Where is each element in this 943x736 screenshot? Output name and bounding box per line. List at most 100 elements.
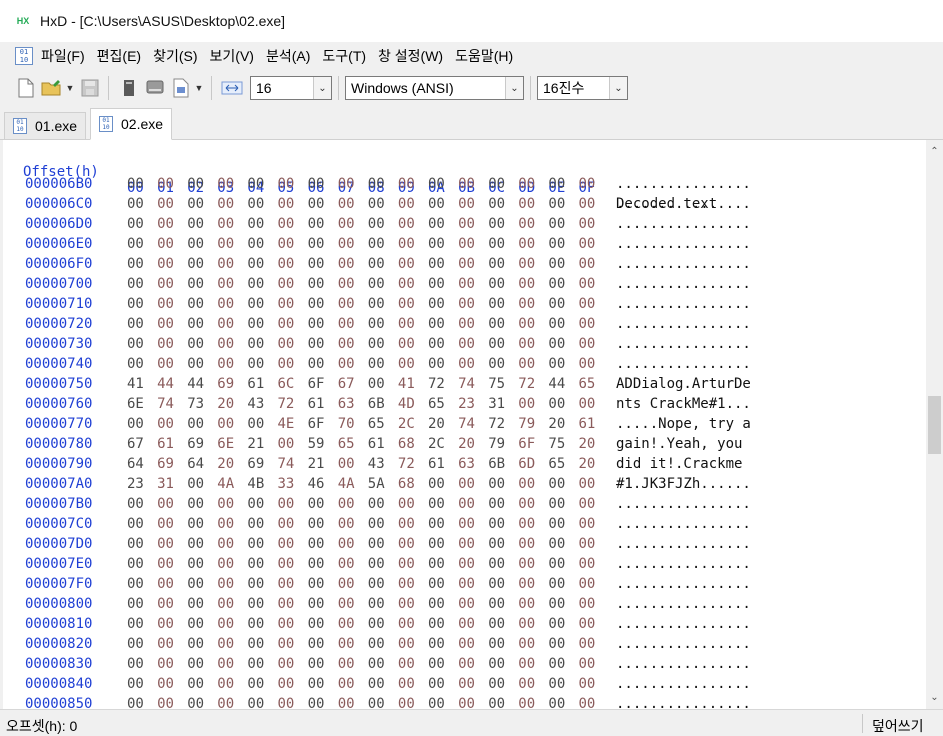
hex-byte[interactable]: 00 (278, 656, 300, 672)
hex-byte[interactable]: 00 (157, 276, 179, 292)
hex-byte[interactable]: 00 (338, 576, 360, 592)
hex-byte[interactable]: 43 (247, 396, 269, 412)
hex-byte[interactable]: 00 (548, 296, 570, 312)
hex-byte[interactable]: 00 (247, 176, 269, 192)
hex-byte[interactable]: 00 (278, 216, 300, 232)
hex-byte[interactable]: 00 (458, 196, 480, 212)
hex-byte[interactable]: 00 (518, 536, 540, 552)
hex-byte[interactable]: 6E (127, 396, 149, 412)
hex-byte[interactable]: 00 (579, 236, 601, 252)
hex-byte[interactable]: 00 (127, 516, 149, 532)
hex-byte[interactable]: 00 (368, 336, 390, 352)
hex-byte[interactable]: 00 (127, 536, 149, 552)
hex-byte[interactable]: 00 (127, 656, 149, 672)
hex-byte[interactable]: 00 (308, 236, 330, 252)
hex-byte[interactable]: 00 (308, 296, 330, 312)
hex-byte[interactable]: 00 (187, 556, 209, 572)
hex-byte[interactable]: 00 (278, 696, 300, 709)
hex-byte[interactable]: 00 (278, 296, 300, 312)
hex-byte[interactable]: 00 (518, 316, 540, 332)
hex-byte[interactable]: 00 (187, 216, 209, 232)
hex-byte[interactable]: 00 (127, 216, 149, 232)
hex-byte[interactable]: 20 (428, 416, 450, 432)
hex-byte[interactable]: 00 (579, 396, 601, 412)
hex-byte[interactable]: 00 (338, 556, 360, 572)
hex-byte[interactable]: 72 (518, 376, 540, 392)
hex-byte[interactable]: 20 (217, 396, 239, 412)
hex-byte[interactable]: 69 (157, 456, 179, 472)
tab-02-exe[interactable]: 01 10 02.exe (90, 108, 173, 140)
hex-byte[interactable]: 00 (368, 316, 390, 332)
hex-byte[interactable]: 00 (579, 536, 601, 552)
hex-byte[interactable]: 00 (187, 636, 209, 652)
close-file-icon[interactable] (117, 76, 141, 100)
hex-byte[interactable]: 00 (157, 656, 179, 672)
hex-byte[interactable]: 00 (488, 316, 510, 332)
hex-byte[interactable]: 00 (458, 316, 480, 332)
chevron-down-icon[interactable]: ⌄ (505, 77, 523, 99)
hex-byte[interactable]: 00 (338, 536, 360, 552)
hex-byte[interactable]: 00 (247, 496, 269, 512)
hex-byte[interactable]: 00 (428, 576, 450, 592)
hex-byte[interactable]: 00 (157, 596, 179, 612)
hex-byte[interactable]: 00 (579, 616, 601, 632)
hex-byte[interactable]: 00 (398, 696, 420, 709)
hex-byte[interactable]: 00 (127, 616, 149, 632)
hex-byte[interactable]: 00 (217, 296, 239, 312)
hex-byte[interactable]: 00 (368, 256, 390, 272)
hex-byte[interactable]: 00 (157, 536, 179, 552)
hex-byte[interactable]: 00 (157, 236, 179, 252)
hex-byte[interactable]: 00 (308, 636, 330, 652)
hex-byte[interactable]: 00 (518, 516, 540, 532)
decoded-text[interactable]: nts CrackMe#1... (616, 396, 751, 412)
hex-byte[interactable]: 00 (247, 516, 269, 532)
hex-byte[interactable]: 00 (458, 496, 480, 512)
decoded-text[interactable]: ................ (616, 576, 751, 592)
hex-byte[interactable]: 00 (308, 656, 330, 672)
hex-byte[interactable]: 00 (308, 556, 330, 572)
menu-window[interactable]: 창 설정(W) (374, 45, 447, 67)
hex-byte[interactable]: 00 (368, 176, 390, 192)
hex-byte[interactable]: 00 (488, 556, 510, 572)
decoded-text[interactable]: ................ (616, 636, 751, 652)
hex-byte[interactable]: 00 (308, 536, 330, 552)
vertical-scrollbar[interactable]: ⌃ ⌄ (926, 140, 943, 709)
hex-byte[interactable]: 00 (338, 596, 360, 612)
hex-byte[interactable]: 00 (157, 496, 179, 512)
hex-byte[interactable]: 00 (187, 476, 209, 492)
hex-byte[interactable]: 00 (217, 216, 239, 232)
hex-byte[interactable]: 65 (338, 436, 360, 452)
hex-byte[interactable]: 00 (579, 176, 601, 192)
hex-byte[interactable]: 00 (338, 516, 360, 532)
hex-byte[interactable]: 00 (518, 356, 540, 372)
hex-byte[interactable]: 00 (217, 656, 239, 672)
hex-byte[interactable]: 00 (127, 596, 149, 612)
hex-byte[interactable]: 00 (187, 276, 209, 292)
hex-byte[interactable]: 00 (338, 336, 360, 352)
hex-byte[interactable]: 00 (548, 276, 570, 292)
hex-byte[interactable]: 00 (278, 336, 300, 352)
hex-byte[interactable]: 00 (338, 216, 360, 232)
hex-byte[interactable]: 00 (518, 276, 540, 292)
hex-byte[interactable]: 00 (518, 616, 540, 632)
hex-byte[interactable]: 00 (488, 496, 510, 512)
hex-byte[interactable]: 2C (428, 436, 450, 452)
hex-byte[interactable]: 6C (278, 376, 300, 392)
hex-byte[interactable]: 00 (278, 556, 300, 572)
hex-byte[interactable]: 00 (187, 336, 209, 352)
hex-byte[interactable]: 00 (488, 256, 510, 272)
hex-byte[interactable]: 00 (157, 696, 179, 709)
hex-byte[interactable]: 69 (187, 436, 209, 452)
decoded-text[interactable]: ................ (616, 536, 751, 552)
hex-byte[interactable]: 00 (518, 496, 540, 512)
hex-byte[interactable]: 00 (127, 296, 149, 312)
hex-byte[interactable]: 00 (187, 236, 209, 252)
hex-byte[interactable]: 00 (579, 356, 601, 372)
hex-byte[interactable]: 00 (247, 316, 269, 332)
hex-byte[interactable]: 46 (308, 476, 330, 492)
hex-byte[interactable]: 00 (458, 336, 480, 352)
hex-byte[interactable]: 00 (518, 576, 540, 592)
hex-byte[interactable]: 00 (247, 336, 269, 352)
hex-byte[interactable]: 00 (278, 196, 300, 212)
document-icon[interactable]: 01 10 (15, 47, 33, 65)
